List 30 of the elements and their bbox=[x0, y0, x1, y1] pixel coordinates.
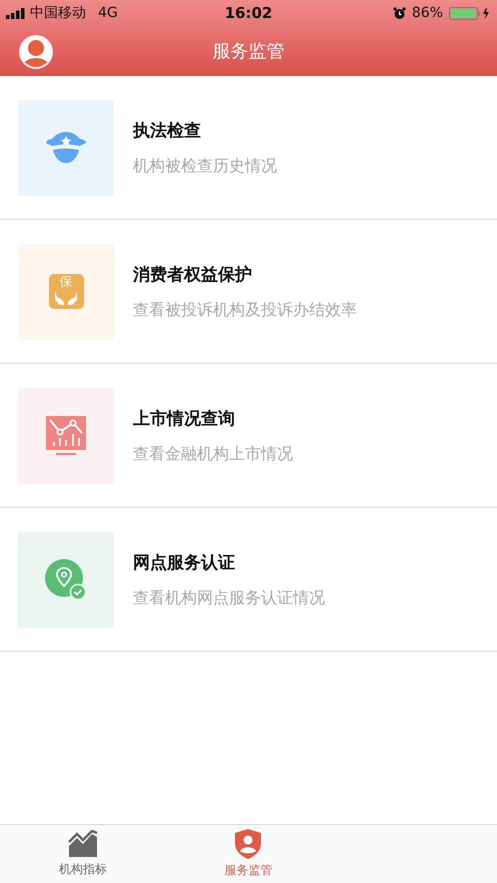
tab-item[interactable]: 服务监管 bbox=[166, 825, 332, 883]
shield-person-icon bbox=[234, 829, 262, 859]
hands-icon bbox=[52, 291, 80, 305]
network-type: 4G bbox=[98, 5, 118, 21]
carrier-name: 中国移动 bbox=[30, 4, 86, 22]
service-description: 查看被投诉机构及投诉办结效率 bbox=[133, 300, 357, 320]
page-title: 服务监管 bbox=[212, 40, 284, 63]
trend-chart-icon bbox=[68, 830, 98, 858]
badge-character: 保 bbox=[60, 275, 72, 291]
service-title: 消费者权益保护 bbox=[133, 264, 253, 286]
service-title: 网点服务认证 bbox=[133, 552, 236, 574]
service-description: 机构被检查历史情况 bbox=[133, 156, 277, 176]
service-item[interactable]: 上市情况查询 查看金融机构上市情况 bbox=[0, 364, 497, 507]
battery-charging-icon bbox=[449, 6, 491, 20]
tab-item[interactable]: 机构指标 bbox=[0, 825, 166, 883]
service-item[interactable]: 网点服务认证 查看机构网点服务认证情况 bbox=[0, 508, 497, 651]
chart-monitor-icon bbox=[46, 416, 86, 456]
service-title: 上市情况查询 bbox=[133, 408, 236, 430]
service-description: 查看金融机构上市情况 bbox=[133, 444, 293, 464]
service-title: 执法检查 bbox=[133, 120, 202, 142]
clock-time: 16:02 bbox=[224, 4, 272, 22]
location-check-icon bbox=[45, 558, 87, 600]
battery-percent: 86% bbox=[412, 5, 443, 21]
police-cap-icon bbox=[46, 132, 86, 164]
service-description: 查看机构网点服务认证情况 bbox=[133, 588, 325, 608]
signal-icon bbox=[6, 8, 26, 18]
avatar-icon[interactable] bbox=[18, 34, 54, 70]
alarm-icon bbox=[392, 6, 406, 20]
service-item[interactable]: 执法检查 机构被检查历史情况 bbox=[0, 76, 497, 219]
service-item[interactable]: 保 消费者权益保护 查看被投诉机构及投诉办结效率 bbox=[0, 220, 497, 363]
